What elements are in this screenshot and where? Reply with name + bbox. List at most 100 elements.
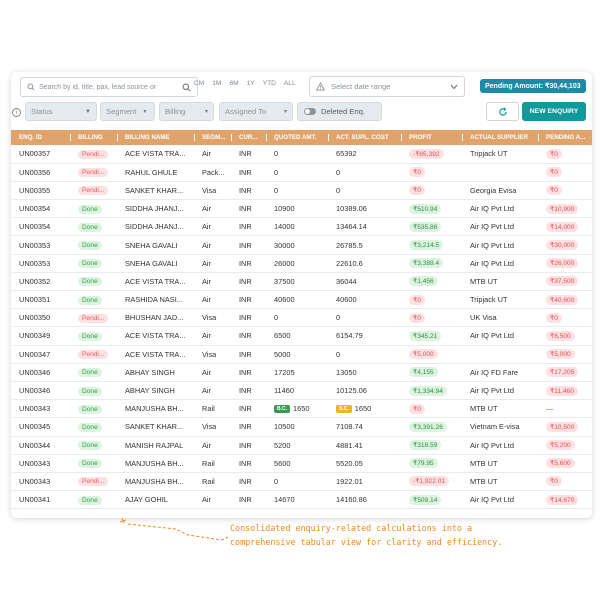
cell-enq-id[interactable]: UN00351 [11, 290, 70, 310]
cell-enq-id[interactable]: UN00346 [11, 381, 70, 401]
new-enquiry-button[interactable]: NEW ENQUIRY [522, 102, 586, 121]
cell-enq-id[interactable]: UN00343 [11, 454, 70, 473]
cell-supplier-cost: 22610.6 [328, 254, 401, 273]
info-icon[interactable]: i [12, 108, 21, 117]
table-row[interactable]: UN00346 Done ABHAY SINGH Air INR 11460 10125.0… [11, 381, 592, 401]
table-row[interactable]: UN00345 Done SANKET KHAR... Visa INR 10500 710… [11, 417, 592, 437]
cell-enq-id[interactable]: UN00347 [11, 345, 70, 364]
filter-billing[interactable]: Billing ▾ [159, 102, 214, 121]
range-all[interactable]: ALL [284, 80, 296, 87]
cell-pending: ₹40,600 [538, 290, 592, 310]
filter-segment[interactable]: Segment ▾ [100, 102, 155, 121]
profit-badge: ₹5,000 [409, 349, 438, 360]
cell-billing: Done [70, 381, 117, 401]
cell-enq-id[interactable]: UN00350 [11, 308, 70, 328]
search-input[interactable]: Search by id, title, pax, lead source or [20, 77, 198, 97]
cell-segment: Pack... [194, 163, 231, 182]
col-billing-name[interactable]: BILLING NAME [117, 130, 194, 145]
cell-enq-id[interactable]: UN00345 [11, 417, 70, 437]
filter-status[interactable]: Status ▼ [25, 102, 97, 121]
col-pending-amount[interactable]: PENDING A... [538, 130, 592, 145]
profit-badge: ₹4,155 [409, 367, 438, 378]
cell-currency: INR [231, 163, 266, 182]
table-row[interactable]: UN00343 Done MANJUSHA BH... Rail INR B.C. 1650… [11, 399, 592, 419]
cell-billing-name: AJAY GOHIL [117, 490, 194, 510]
top-toolbar: Search by id, title, pax, lead source or… [11, 72, 592, 102]
cell-actual-supplier [462, 345, 538, 364]
table-row[interactable]: UN00351 Done RASHIDA NASI... Air INR 40600 406… [11, 290, 592, 310]
billing-status-badge: Pendi... [78, 168, 109, 178]
cell-enq-id[interactable]: UN00354 [11, 199, 70, 219]
table-row[interactable]: UN00357 Pendi... ACE VISTA TRA... Air INR 0 65… [11, 145, 592, 164]
cell-enq-id[interactable]: UN00343 [11, 472, 70, 492]
billing-status-badge: Done [78, 204, 102, 214]
table-row[interactable]: UN00353 Done SNEHA GAVALI Air INR 30000 26785.… [11, 235, 592, 255]
range-1m[interactable]: 1M [212, 80, 221, 87]
table-row[interactable]: UN00355 Pendi... SANKET KHAR... Visa INR 0 0 ₹0… [11, 181, 592, 201]
cell-billing: Done [70, 399, 117, 419]
cell-pending: ₹6,500 [538, 326, 592, 346]
col-actual-supplier-cost[interactable]: ACT. SUPL. COST [328, 130, 401, 145]
cell-billing-name: MANJUSHA BH... [117, 399, 194, 419]
cell-enq-id[interactable]: UN00355 [11, 181, 70, 201]
cell-supplier-cost: 0 [328, 308, 401, 328]
col-enq-id[interactable]: ENQ. ID [11, 130, 70, 145]
cell-quoted-amount: 5200 [266, 436, 328, 455]
cell-supplier-cost: 13050 [328, 363, 401, 382]
cell-pending-amount: ₹0 [546, 167, 562, 178]
range-ytd[interactable]: YTD [263, 80, 276, 87]
filter-assigned-to[interactable]: Assigned To ▾ [219, 102, 293, 121]
table-row[interactable]: UN00341 Done AJAY GOHIL Air INR 14670 14160.86… [11, 490, 592, 510]
cell-enq-id[interactable]: UN00357 [11, 145, 70, 164]
col-segment[interactable]: SEGM... [194, 130, 231, 145]
cell-segment: Visa [194, 181, 231, 201]
col-profit[interactable]: PROFIT [401, 130, 462, 145]
cell-enq-id[interactable]: UN00356 [11, 163, 70, 182]
cell-quoted-amount: 26000 [266, 254, 328, 273]
cell-profit: ₹509.14 [401, 490, 462, 510]
cell-enq-id[interactable]: UN00346 [11, 363, 70, 382]
col-currency[interactable]: CUR... [231, 130, 266, 145]
cell-currency: INR [231, 363, 266, 382]
cell-pending: — [538, 399, 592, 419]
cell-enq-id[interactable]: UN00349 [11, 326, 70, 346]
col-billing[interactable]: BILLING [70, 130, 117, 145]
table-row[interactable]: UN00343 Done MANJUSHA BH... Rail INR 5600 5520… [11, 454, 592, 473]
cell-actual-supplier: Air IQ Pvt Ltd [462, 381, 538, 401]
search-submit-icon[interactable] [182, 83, 191, 92]
range-1y[interactable]: 1Y [247, 80, 255, 87]
table-row[interactable]: UN00346 Done ABHAY SINGH Air INR 17205 13050 ₹4… [11, 363, 592, 382]
refresh-button[interactable] [486, 102, 519, 121]
table-row[interactable]: UN00344 Done MANISH RAJPAL Air INR 5200 4881.4… [11, 436, 592, 455]
table-row[interactable]: UN00347 Pendi... ACE VISTA TRA... Visa INR 50… [11, 345, 592, 364]
table-row[interactable]: UN00353 Done SNEHA GAVALI Air INR 26000 22610.… [11, 254, 592, 273]
range-cm[interactable]: CM [194, 80, 204, 87]
cell-billing: Pendi... [70, 345, 117, 364]
deleted-enquiries-toggle[interactable]: Deleted Enq. [297, 102, 382, 121]
col-quoted-amount[interactable]: QUOTED AMT. [266, 130, 328, 145]
cell-enq-id[interactable]: UN00353 [11, 254, 70, 273]
cell-enq-id[interactable]: UN00341 [11, 490, 70, 510]
cell-enq-id[interactable]: UN00354 [11, 217, 70, 237]
chevron-down-icon [450, 84, 458, 90]
table-row[interactable]: UN00354 Done SIDDHA JHANJ... Air INR 14000 134… [11, 217, 592, 237]
table-row[interactable]: UN00350 Pendi... BHUSHAN JAD... Visa INR 0 0 ₹0… [11, 308, 592, 328]
cell-cost: 26785.5 [336, 240, 363, 250]
table-row[interactable]: UN00356 Pendi... RAHUL GHULE Pack... INR 0 0 ₹0… [11, 163, 592, 182]
cell-enq-id[interactable]: UN00343 [11, 399, 70, 419]
cell-enq-id[interactable]: UN00352 [11, 272, 70, 292]
col-actual-supplier[interactable]: ACTUAL SUPPLIER [462, 130, 538, 145]
cell-enq-id[interactable]: UN00353 [11, 235, 70, 255]
cell-currency: INR [231, 235, 266, 255]
table-row[interactable]: UN00343 Pendi... MANJUSHA BH... Rail INR 0 192… [11, 472, 592, 492]
date-range-select[interactable]: Select date range [309, 76, 465, 97]
cell-quoted-amount: 0 [266, 145, 328, 164]
cell-pending: ₹5,000 [538, 345, 592, 364]
table-row[interactable]: UN00354 Done SIDDHA JHANJ... Air INR 10900 103… [11, 199, 592, 219]
toggle-switch[interactable] [304, 108, 316, 115]
table-row[interactable]: UN00349 Done ACE VISTA TRA... Air INR 6500 615… [11, 326, 592, 346]
cell-enq-id[interactable]: UN00344 [11, 436, 70, 455]
table-row[interactable]: UN00352 Done ACE VISTA TRA... Air INR 37500 36… [11, 272, 592, 292]
range-6m[interactable]: 6M [229, 80, 238, 87]
cell-segment: Rail [194, 399, 231, 419]
